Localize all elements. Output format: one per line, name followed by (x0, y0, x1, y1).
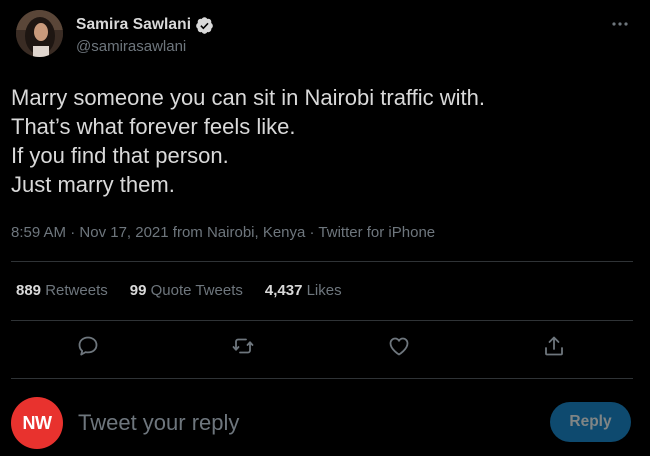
comment-icon[interactable] (76, 334, 100, 358)
meta-separator: · (305, 224, 319, 241)
tweet-timestamp[interactable]: 8:59 AM · Nov 17, 2021 (11, 224, 169, 241)
author-name[interactable]: Samira Sawlani (76, 16, 191, 34)
tweet-time: 8:59 AM (11, 224, 67, 241)
more-options-icon[interactable] (608, 14, 632, 34)
reply-button[interactable]: Reply (550, 402, 631, 442)
tweet-date: Nov 17, 2021 (79, 224, 169, 241)
heart-icon[interactable] (387, 334, 411, 358)
retweet-label: Retweets (45, 282, 108, 299)
tweet-text: Marry someone you can sit in Nairobi tra… (11, 83, 636, 199)
reply-input[interactable] (78, 407, 518, 439)
tweet-location[interactable]: Nairobi, Kenya (207, 224, 305, 241)
avatar[interactable] (16, 10, 63, 57)
quote-tweets-stat[interactable]: 99 Quote Tweets (130, 282, 243, 299)
tweet-line: Just marry them. (11, 172, 175, 197)
tweet-stats: 889 Retweets 99 Quote Tweets 4,437 Likes (16, 282, 364, 299)
author-handle[interactable]: @samirasawlani (76, 38, 186, 55)
quote-count: 99 (129, 282, 147, 299)
verified-badge-icon (196, 16, 213, 34)
divider (11, 320, 633, 321)
quote-label: Quote Tweets (150, 282, 243, 299)
location-prefix: from (168, 224, 207, 241)
reply-avatar[interactable]: NW (11, 397, 63, 449)
author-name-row: Samira Sawlani (76, 14, 214, 36)
tweet-line: If you find that person. (11, 143, 229, 168)
like-label: Likes (306, 282, 342, 299)
meta-separator: · (66, 224, 80, 241)
profile-photo (16, 10, 63, 57)
divider (11, 261, 633, 262)
tweet-line: That’s what forever feels like. (11, 114, 296, 139)
share-icon[interactable] (542, 334, 566, 358)
tweet-metadata: 8:59 AM · Nov 17, 2021 from Nairobi, Ken… (11, 224, 435, 241)
tweet-source[interactable]: Twitter for iPhone (318, 224, 435, 241)
retweets-stat[interactable]: 889 Retweets (16, 282, 108, 299)
likes-stat[interactable]: 4,437 Likes (265, 282, 342, 299)
like-count: 4,437 (264, 282, 303, 299)
retweet-icon[interactable] (231, 334, 255, 358)
tweet-line: Marry someone you can sit in Nairobi tra… (11, 85, 485, 110)
divider (11, 378, 633, 379)
retweet-count: 889 (16, 282, 42, 299)
